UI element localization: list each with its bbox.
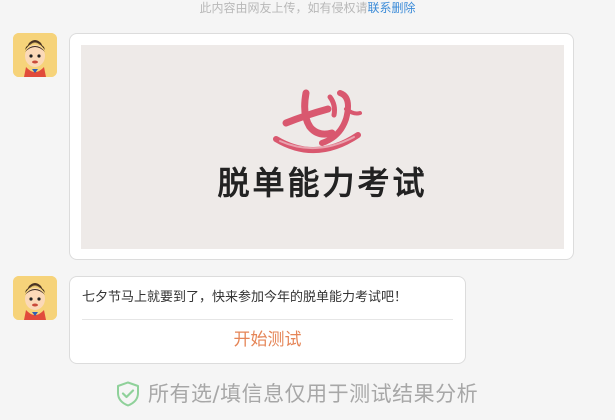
copyright-notice: 此内容由网友上传，如有侵权请联系删除 bbox=[0, 0, 615, 16]
privacy-footer: 所有选/填信息仅用于测试结果分析 bbox=[116, 378, 478, 410]
avatar[interactable] bbox=[13, 33, 57, 77]
shield-check-icon bbox=[117, 381, 139, 407]
cartoon-boy-avatar-icon bbox=[13, 276, 57, 320]
start-test-button[interactable]: 开始测试 bbox=[70, 327, 465, 353]
intro-message-bubble: 七夕节马上就要到了，快来参加今年的脱单能力考试吧！ 开始测试 bbox=[69, 276, 466, 364]
avatar[interactable] bbox=[13, 276, 57, 320]
notice-text: 此内容由网友上传，如有侵权请 bbox=[199, 1, 368, 15]
poster-message-bubble: 脱单能力考试 bbox=[69, 33, 574, 260]
privacy-footer-text: 所有选/填信息仅用于测试结果分析 bbox=[148, 382, 479, 406]
cartoon-boy-avatar-icon bbox=[13, 33, 57, 77]
qixi-calligraphy-logo-icon bbox=[273, 89, 362, 153]
contact-delete-link[interactable]: 联系删除 bbox=[368, 1, 416, 15]
intro-message-text: 七夕节马上就要到了，快来参加今年的脱单能力考试吧！ bbox=[82, 290, 408, 305]
divider bbox=[82, 319, 453, 320]
quiz-poster-image[interactable]: 脱单能力考试 bbox=[81, 45, 564, 249]
poster-title: 脱单能力考试 bbox=[217, 164, 428, 202]
